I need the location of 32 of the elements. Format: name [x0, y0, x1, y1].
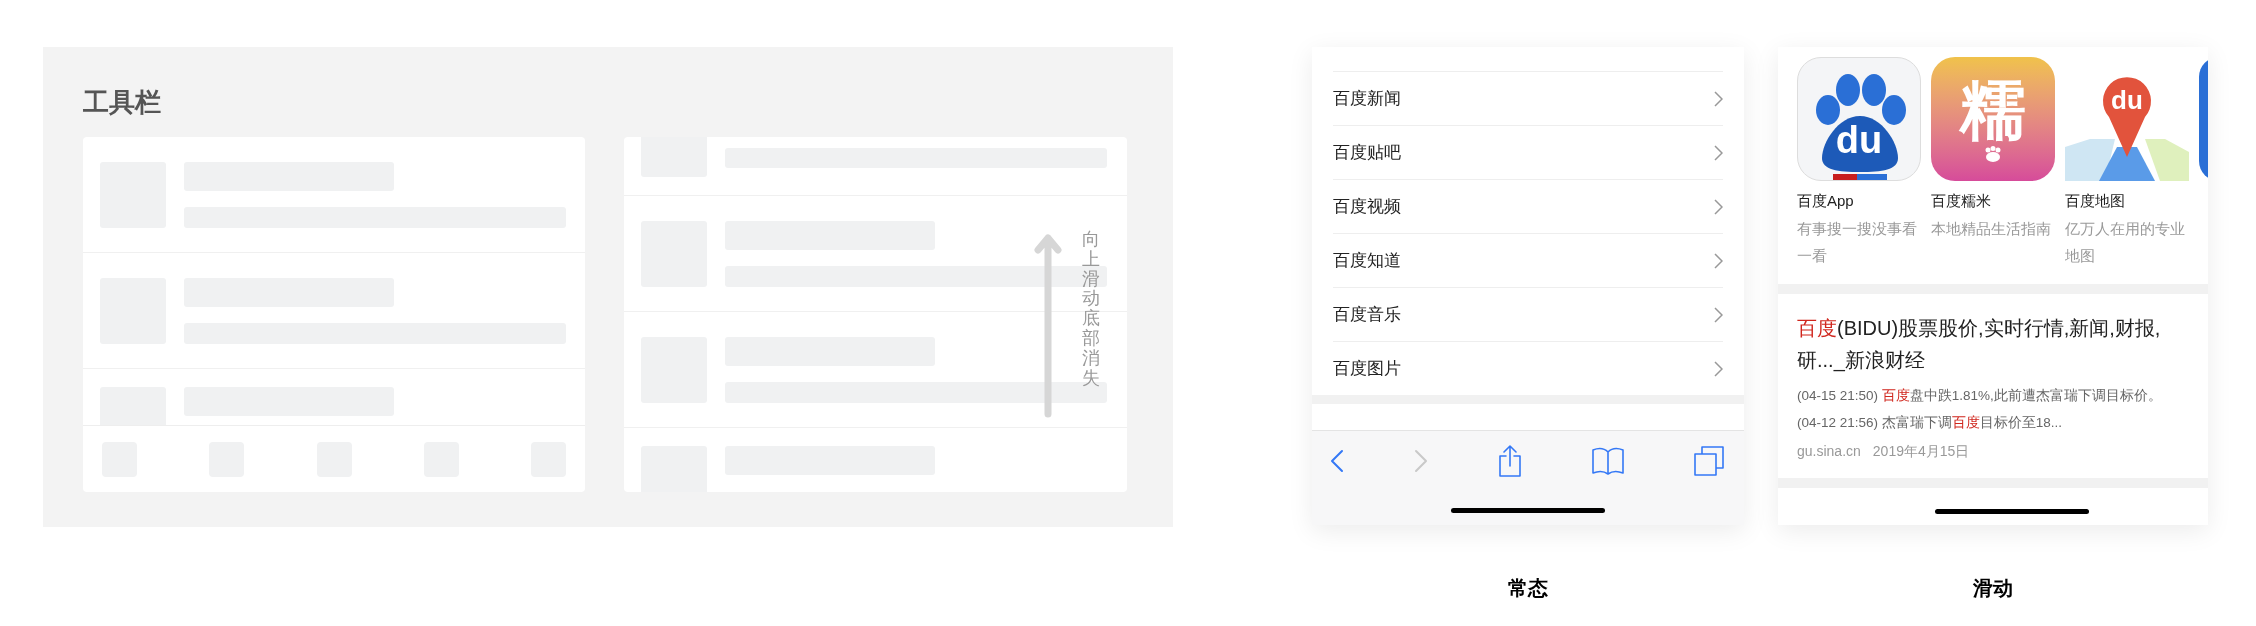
app-description: 本地精品生活指南	[1931, 219, 2052, 239]
news-title[interactable]: 百度(BIDU)股票股价,实时行情,新闻,财报,研..._新浪财经	[1797, 312, 2189, 376]
scroll-hint: 向上滑动底部消失	[1082, 230, 1100, 389]
app-name: 百度糯米	[1931, 191, 1992, 211]
menu-item[interactable]: 百度音乐	[1333, 287, 1723, 341]
up-arrow-icon	[1034, 232, 1062, 418]
app-icon: 糯	[1931, 57, 2055, 181]
app-description: 亿万人在用的专业地图	[2065, 219, 2186, 266]
tabs-icon[interactable]	[1694, 446, 1724, 476]
menu-item[interactable]: 百度知道	[1333, 233, 1723, 287]
news-snippet: (04-15 21:50) 百度盘中跌1.81%,此前遭杰富瑞下调目标价。 (04-12 21:56) 杰富瑞下调百度目标价至18...	[1797, 387, 2163, 432]
book-icon[interactable]	[1592, 447, 1624, 475]
news-source: gu.sina.cn	[1797, 442, 1861, 461]
menu-item[interactable]: 百度贴吧	[1333, 125, 1723, 179]
menu-item[interactable]: 百度新闻	[1333, 71, 1723, 125]
chevron-right-icon	[1714, 360, 1723, 377]
news-date: 2019年4月15日	[1872, 442, 1970, 461]
app-name: 百度App	[1797, 191, 1855, 211]
section-title: 工具栏	[83, 86, 162, 119]
chevron-right-icon	[1714, 198, 1723, 215]
chevron-right-icon	[1714, 252, 1723, 269]
back-icon[interactable]	[1330, 449, 1344, 473]
caption: 滑动	[1973, 576, 2013, 601]
app-icon: du	[1797, 57, 1921, 181]
share-icon[interactable]	[1498, 445, 1522, 477]
chevron-right-icon	[1714, 90, 1723, 107]
app-name: 百度地图	[2065, 191, 2126, 211]
caption: 常态	[1508, 576, 1548, 601]
app-description: 有事搜一搜没事看一看	[1797, 219, 1918, 266]
chevron-right-icon	[1714, 306, 1723, 323]
chevron-right-icon	[1714, 144, 1723, 161]
menu-item[interactable]: 百度视频	[1333, 179, 1723, 233]
